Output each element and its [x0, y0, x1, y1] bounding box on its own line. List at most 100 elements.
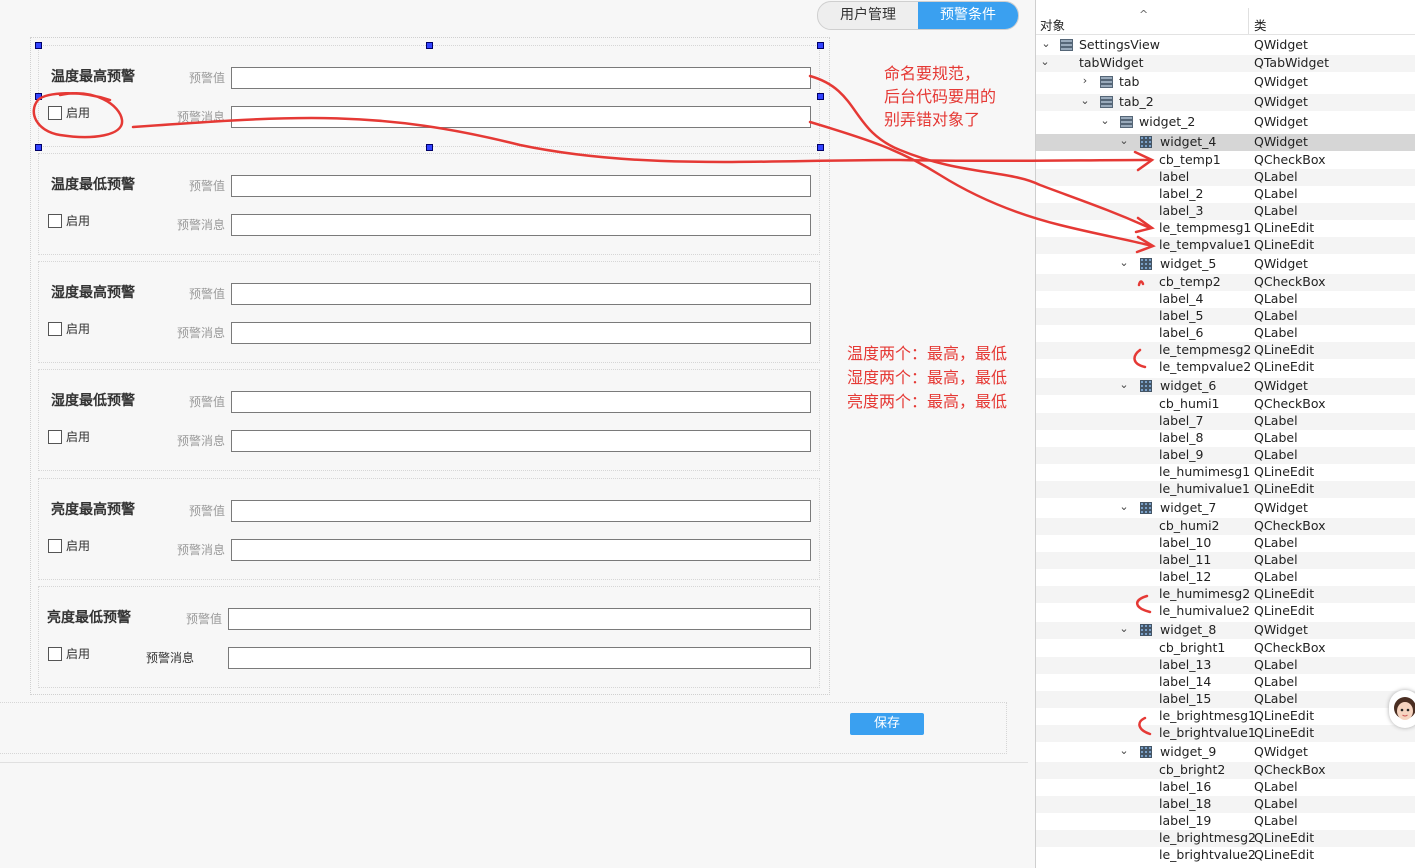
tree-row[interactable]: cb_humi1 QCheckBox — [1036, 396, 1415, 413]
expand-arrow-icon[interactable]: ⌄ — [1118, 256, 1130, 269]
tree-row[interactable]: cb_temp1 QCheckBox — [1036, 152, 1415, 169]
tree-row[interactable]: le_brightmesg2 QLineEdit — [1036, 830, 1415, 847]
save-button[interactable]: 保存 — [850, 713, 924, 735]
tree-row[interactable]: label_4 QLabel — [1036, 291, 1415, 308]
expand-arrow-icon[interactable]: ⌄ — [1079, 94, 1091, 107]
tree-row[interactable]: le_humivalue2 QLineEdit — [1036, 603, 1415, 620]
value-input[interactable] — [231, 283, 811, 305]
enable-checkbox[interactable] — [48, 106, 62, 120]
tree-row[interactable]: le_tempvalue1 QLineEdit — [1036, 237, 1415, 254]
enable-checkbox[interactable] — [48, 430, 62, 444]
tree-row[interactable]: ⌄ widget_7 QWidget — [1036, 500, 1415, 517]
resize-handle[interactable] — [35, 93, 42, 100]
tree-row-class: QLabel — [1254, 691, 1298, 706]
message-input[interactable] — [231, 430, 811, 452]
tree-row[interactable]: ⌄ widget_6 QWidget — [1036, 378, 1415, 395]
tree-row[interactable]: ⌄ tabWidget QTabWidget — [1036, 55, 1415, 72]
message-label: 预警消息 — [177, 218, 226, 232]
tree-row[interactable]: label_16 QLabel — [1036, 779, 1415, 796]
tree-row[interactable]: label_10 QLabel — [1036, 535, 1415, 552]
tree-row[interactable]: ⌄ tab_2 QWidget — [1036, 94, 1415, 111]
resize-handle[interactable] — [817, 42, 824, 49]
value-input[interactable] — [231, 500, 811, 522]
tree-row[interactable]: label_13 QLabel — [1036, 657, 1415, 674]
tree-row[interactable]: label QLabel — [1036, 169, 1415, 186]
tree-row[interactable]: label_15 QLabel — [1036, 691, 1415, 708]
tree-row[interactable]: label_5 QLabel — [1036, 308, 1415, 325]
value-input[interactable] — [231, 391, 811, 413]
tree-row[interactable]: label_11 QLabel — [1036, 552, 1415, 569]
tree-row[interactable]: label_18 QLabel — [1036, 796, 1415, 813]
tree-row[interactable]: label_19 QLabel — [1036, 813, 1415, 830]
tree-row[interactable]: ⌄ widget_9 QWidget — [1036, 744, 1415, 761]
tree-row[interactable]: label_2 QLabel — [1036, 186, 1415, 203]
value-input[interactable] — [231, 67, 811, 89]
tree-row[interactable]: le_brightvalue2 QLineEdit — [1036, 847, 1415, 864]
tree-row[interactable]: label_12 QLabel — [1036, 569, 1415, 586]
resize-handle[interactable] — [35, 42, 42, 49]
tree-row-name: tabWidget — [1079, 55, 1144, 70]
message-input[interactable] — [231, 322, 811, 344]
expand-arrow-icon[interactable]: ⌄ — [1118, 378, 1130, 391]
tree-row[interactable]: ⌄ widget_8 QWidget — [1036, 622, 1415, 639]
tree-row[interactable]: ⌄ SettingsView QWidget — [1036, 37, 1415, 54]
tree-row-name: tab — [1119, 74, 1140, 89]
annotation-line: 湿度两个：最高，最低 — [847, 368, 1008, 387]
tree-row-class: QLabel — [1254, 186, 1298, 201]
resize-handle[interactable] — [817, 144, 824, 151]
tree-row[interactable]: le_tempmesg1 QLineEdit — [1036, 220, 1415, 237]
resize-handle[interactable] — [426, 144, 433, 151]
tree-row[interactable]: label_8 QLabel — [1036, 430, 1415, 447]
tree-row[interactable]: le_tempmesg2 QLineEdit — [1036, 342, 1415, 359]
object-inspector: 对象 ^ 类 ⌄ SettingsView QWidget ⌄ tabWidget QTa… — [1035, 0, 1415, 868]
value-input[interactable] — [231, 175, 811, 197]
tree-row[interactable]: le_tempvalue2 QLineEdit — [1036, 359, 1415, 376]
tree-row[interactable]: label_14 QLabel — [1036, 674, 1415, 691]
assistant-avatar[interactable] — [1389, 690, 1415, 728]
tree-row[interactable]: le_brightvalue1 QLineEdit — [1036, 725, 1415, 742]
tree-row[interactable]: › tab QWidget — [1036, 74, 1415, 91]
enable-checkbox[interactable] — [48, 322, 62, 336]
tree-row[interactable]: le_humivalue1 QLineEdit — [1036, 481, 1415, 498]
tree-row[interactable]: label_9 QLabel — [1036, 447, 1415, 464]
tree-row[interactable]: le_brightmesg1 QLineEdit — [1036, 708, 1415, 725]
header-object[interactable]: 对象 — [1040, 15, 1065, 34]
tree-row[interactable]: label_3 QLabel — [1036, 203, 1415, 220]
enable-checkbox[interactable] — [48, 214, 62, 228]
resize-handle[interactable] — [426, 42, 433, 49]
value-input[interactable] — [228, 608, 811, 630]
tree-row[interactable]: label_7 QLabel — [1036, 413, 1415, 430]
expand-arrow-icon[interactable]: ⌄ — [1118, 744, 1130, 757]
tree-row[interactable]: cb_humi2 QCheckBox — [1036, 518, 1415, 535]
tree-row[interactable]: label_6 QLabel — [1036, 325, 1415, 342]
collapse-arrow-icon[interactable]: › — [1079, 74, 1091, 87]
expand-arrow-icon[interactable]: ⌄ — [1118, 134, 1130, 147]
message-input[interactable] — [231, 214, 811, 236]
message-input[interactable] — [228, 647, 811, 669]
tree-row[interactable]: cb_bright2 QCheckBox — [1036, 762, 1415, 779]
tree-row[interactable]: ⌄ widget_5 QWidget — [1036, 256, 1415, 273]
tree-row[interactable]: le_humimesg1 QLineEdit — [1036, 464, 1415, 481]
message-input[interactable] — [231, 106, 811, 128]
header-class[interactable]: 类 — [1254, 15, 1267, 34]
tree-row-name: label — [1159, 169, 1190, 184]
tree-row[interactable]: le_humimesg2 QLineEdit — [1036, 586, 1415, 603]
expand-arrow-icon[interactable]: ⌄ — [1039, 55, 1051, 68]
divider — [0, 762, 1028, 763]
expand-arrow-icon[interactable]: ⌄ — [1040, 37, 1052, 50]
tree-row[interactable]: ⌄ widget_2 QWidget — [1036, 114, 1415, 131]
tree-row-class: QWidget — [1254, 74, 1308, 89]
resize-handle[interactable] — [35, 144, 42, 151]
tree-row[interactable]: cb_bright1 QCheckBox — [1036, 640, 1415, 657]
enable-checkbox[interactable] — [48, 539, 62, 553]
tab-user-management[interactable]: 用户管理 — [818, 2, 918, 29]
enable-checkbox[interactable] — [48, 647, 62, 661]
message-input[interactable] — [231, 539, 811, 561]
tree-row[interactable]: ⌄ widget_4 QWidget — [1036, 134, 1415, 151]
tree-row[interactable]: cb_temp2 QCheckBox — [1036, 274, 1415, 291]
tab-alert-conditions[interactable]: 预警条件 — [918, 2, 1018, 29]
expand-arrow-icon[interactable]: ⌄ — [1118, 500, 1130, 513]
expand-arrow-icon[interactable]: ⌄ — [1118, 622, 1130, 635]
expand-arrow-icon[interactable]: ⌄ — [1099, 114, 1111, 127]
resize-handle[interactable] — [817, 93, 824, 100]
